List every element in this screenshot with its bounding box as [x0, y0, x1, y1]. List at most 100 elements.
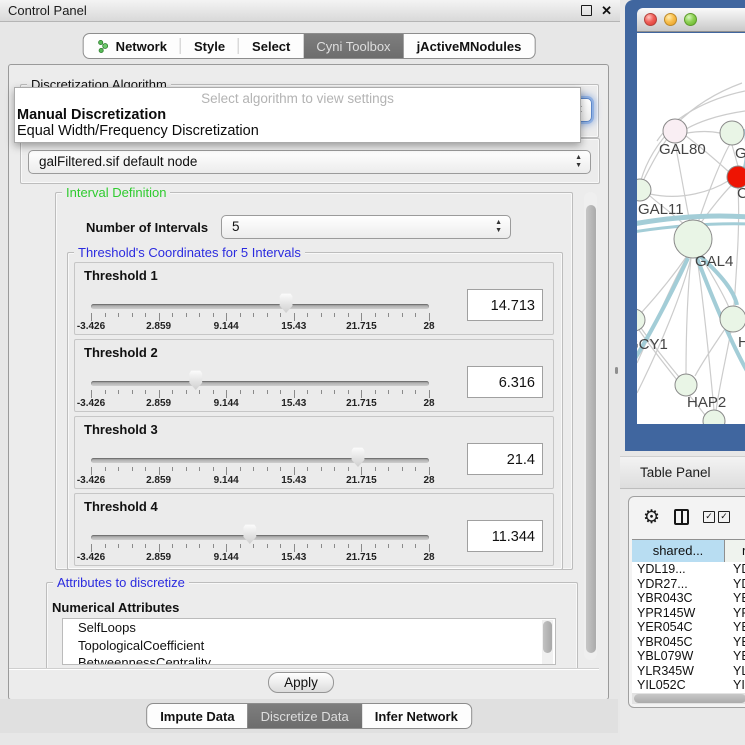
network-node[interactable] [637, 309, 645, 331]
network-edge[interactable] [637, 258, 691, 393]
tab-discretize-data[interactable]: Discretize Data [248, 704, 362, 728]
threshold-value-box[interactable]: 11.344 [467, 520, 543, 552]
network-node[interactable] [703, 410, 725, 424]
slider-track[interactable] [91, 381, 429, 386]
table-row[interactable]: YPR145WYPR1... [632, 606, 745, 621]
table-row[interactable]: YDR27...YDR2... [632, 577, 745, 592]
numerical-attributes-list[interactable]: SelfLoopsTopologicalCoefficientBetweenne… [62, 618, 556, 665]
cell-name[interactable]: YLR3... [724, 664, 745, 679]
threshold-value-box[interactable]: 21.4 [467, 443, 543, 475]
threshold-value-box[interactable]: 14.713 [467, 289, 543, 321]
threshold-value-box[interactable]: 6.316 [467, 366, 543, 398]
tab-cyni-toolbox[interactable]: Cyni Toolbox [303, 34, 403, 58]
minimize-traffic-light-icon[interactable] [664, 13, 677, 26]
table-row[interactable]: YBR045CYBR0... [632, 635, 745, 650]
table-row[interactable]: YBL079WYBL0... [632, 649, 745, 664]
network-window-titlebar[interactable] [637, 8, 745, 32]
tick-label: -3.426 [77, 321, 105, 332]
cell-shared-name[interactable]: YIL052C [632, 678, 724, 693]
cell-shared-name[interactable]: YDR27... [632, 577, 724, 592]
cell-shared-name[interactable]: YPR145W [632, 606, 724, 621]
algorithm-item-manual[interactable]: Manual Discretization [15, 107, 580, 123]
table-data-combobox[interactable]: galFiltered.sif default node ▲▼ [28, 150, 591, 174]
attributes-scrollbar-thumb[interactable] [543, 621, 552, 653]
tab-select[interactable]: Select [239, 34, 303, 58]
network-node[interactable] [720, 306, 745, 332]
attribute-list-item[interactable]: TopologicalCoefficient [63, 637, 555, 655]
network-node[interactable] [663, 119, 687, 143]
table-row[interactable]: YBR043CYBR0... [632, 591, 745, 606]
cell-shared-name[interactable]: YBR045C [632, 635, 724, 650]
network-node[interactable] [675, 374, 697, 396]
interval-definition-group-label: Interval Definition [62, 185, 170, 200]
tab-impute-data[interactable]: Impute Data [147, 704, 247, 728]
network-graph[interactable]: GAL80GCGAL11GAL4GCY1HHAP2 [637, 33, 745, 424]
algorithm-item-equal-width[interactable]: Equal Width/Frequency Discretization [15, 123, 580, 139]
network-edge[interactable] [687, 132, 720, 134]
cell-shared-name[interactable]: YBR043C [632, 591, 724, 606]
tab-jactivemnodules[interactable]: jActiveMNodules [404, 34, 535, 58]
attribute-list-item[interactable]: BetweennessCentrality [63, 654, 555, 665]
column-header-name[interactable]: n... [725, 540, 745, 562]
splitter-handle[interactable] [615, 367, 618, 374]
cell-name[interactable]: YER0... [724, 620, 745, 635]
panel-vertical-scrollbar[interactable] [584, 192, 597, 660]
cell-shared-name[interactable]: YER054C [632, 620, 724, 635]
tab-style[interactable]: Style [181, 34, 238, 58]
network-edge[interactable] [734, 188, 739, 306]
slider-thumb[interactable] [242, 524, 258, 544]
attribute-list-item[interactable]: SelfLoops [63, 619, 555, 637]
cell-name[interactable]: YBR0... [724, 591, 745, 606]
column-checkboxes[interactable]: ✓ ✓ [703, 511, 730, 523]
cell-name[interactable]: YDR2... [724, 577, 745, 592]
algorithm-placeholder-item[interactable]: Select algorithm to view settings [15, 90, 580, 107]
checkbox-icon[interactable]: ✓ [703, 511, 715, 523]
cell-name[interactable]: YBR0... [724, 635, 745, 650]
cell-name[interactable]: YIL0... [724, 678, 745, 693]
slider-track[interactable] [91, 304, 429, 309]
panel-scrollbar-thumb[interactable] [586, 205, 596, 653]
slider-track[interactable] [91, 535, 429, 540]
cell-shared-name[interactable]: YDL19... [632, 562, 724, 577]
close-icon[interactable]: ✕ [601, 5, 612, 17]
attributes-list-scrollbar[interactable] [542, 620, 553, 664]
table-row[interactable]: YER054CYER0... [632, 620, 745, 635]
cell-name[interactable]: YDL1... [724, 562, 745, 577]
thresholds-stack: Threshold 1 -3.4262.8599.14415.4321.7152… [74, 262, 554, 570]
table-row[interactable]: YDL19...YDL1... [632, 562, 745, 577]
number-of-intervals-combobox[interactable]: 5 ▲▼ [221, 215, 511, 239]
network-node[interactable] [720, 121, 744, 145]
table-horizontal-scrollbar[interactable] [632, 693, 745, 704]
cell-name[interactable]: YBL0... [724, 649, 745, 664]
threshold-slider[interactable]: -3.4262.8599.14415.4321.71528 [91, 340, 429, 411]
threshold-slider[interactable]: -3.4262.8599.14415.4321.71528 [91, 263, 429, 334]
cell-shared-name[interactable]: YLR345W [632, 664, 724, 679]
tick-label: 21.715 [346, 321, 377, 332]
network-node[interactable] [637, 179, 651, 201]
float-window-icon[interactable] [581, 5, 592, 16]
slider-thumb[interactable] [278, 293, 294, 313]
threshold-slider[interactable]: -3.4262.8599.14415.4321.71528 [91, 417, 429, 488]
attributes-group-label: Attributes to discretize [53, 575, 189, 590]
apply-button[interactable]: Apply [268, 672, 334, 693]
cell-shared-name[interactable]: YBL079W [632, 649, 724, 664]
slider-track[interactable] [91, 458, 429, 463]
network-edge[interactable] [650, 181, 728, 196]
tab-infer-network[interactable]: Infer Network [362, 704, 471, 728]
zoom-traffic-light-icon[interactable] [684, 13, 697, 26]
gear-icon[interactable]: ⚙ [643, 508, 660, 527]
slider-thumb[interactable] [188, 370, 204, 390]
tab-network[interactable]: Network [84, 34, 180, 58]
checkbox-icon[interactable]: ✓ [718, 511, 730, 523]
table-scrollbar-thumb[interactable] [634, 694, 745, 703]
network-canvas[interactable]: GAL80GCGAL11GAL4GCY1HHAP2 [637, 33, 745, 424]
cell-name[interactable]: YPR1... [724, 606, 745, 621]
slider-thumb[interactable] [350, 447, 366, 467]
tick-label: 15.43 [281, 552, 306, 563]
split-columns-icon[interactable] [674, 509, 689, 525]
close-traffic-light-icon[interactable] [644, 13, 657, 26]
table-row[interactable]: YIL052CYIL0... [632, 678, 745, 693]
threshold-slider[interactable]: -3.4262.8599.14415.4321.71528 [91, 494, 429, 565]
table-row[interactable]: YLR345WYLR3... [632, 664, 745, 679]
column-header-shared-name[interactable]: shared... [632, 540, 725, 562]
